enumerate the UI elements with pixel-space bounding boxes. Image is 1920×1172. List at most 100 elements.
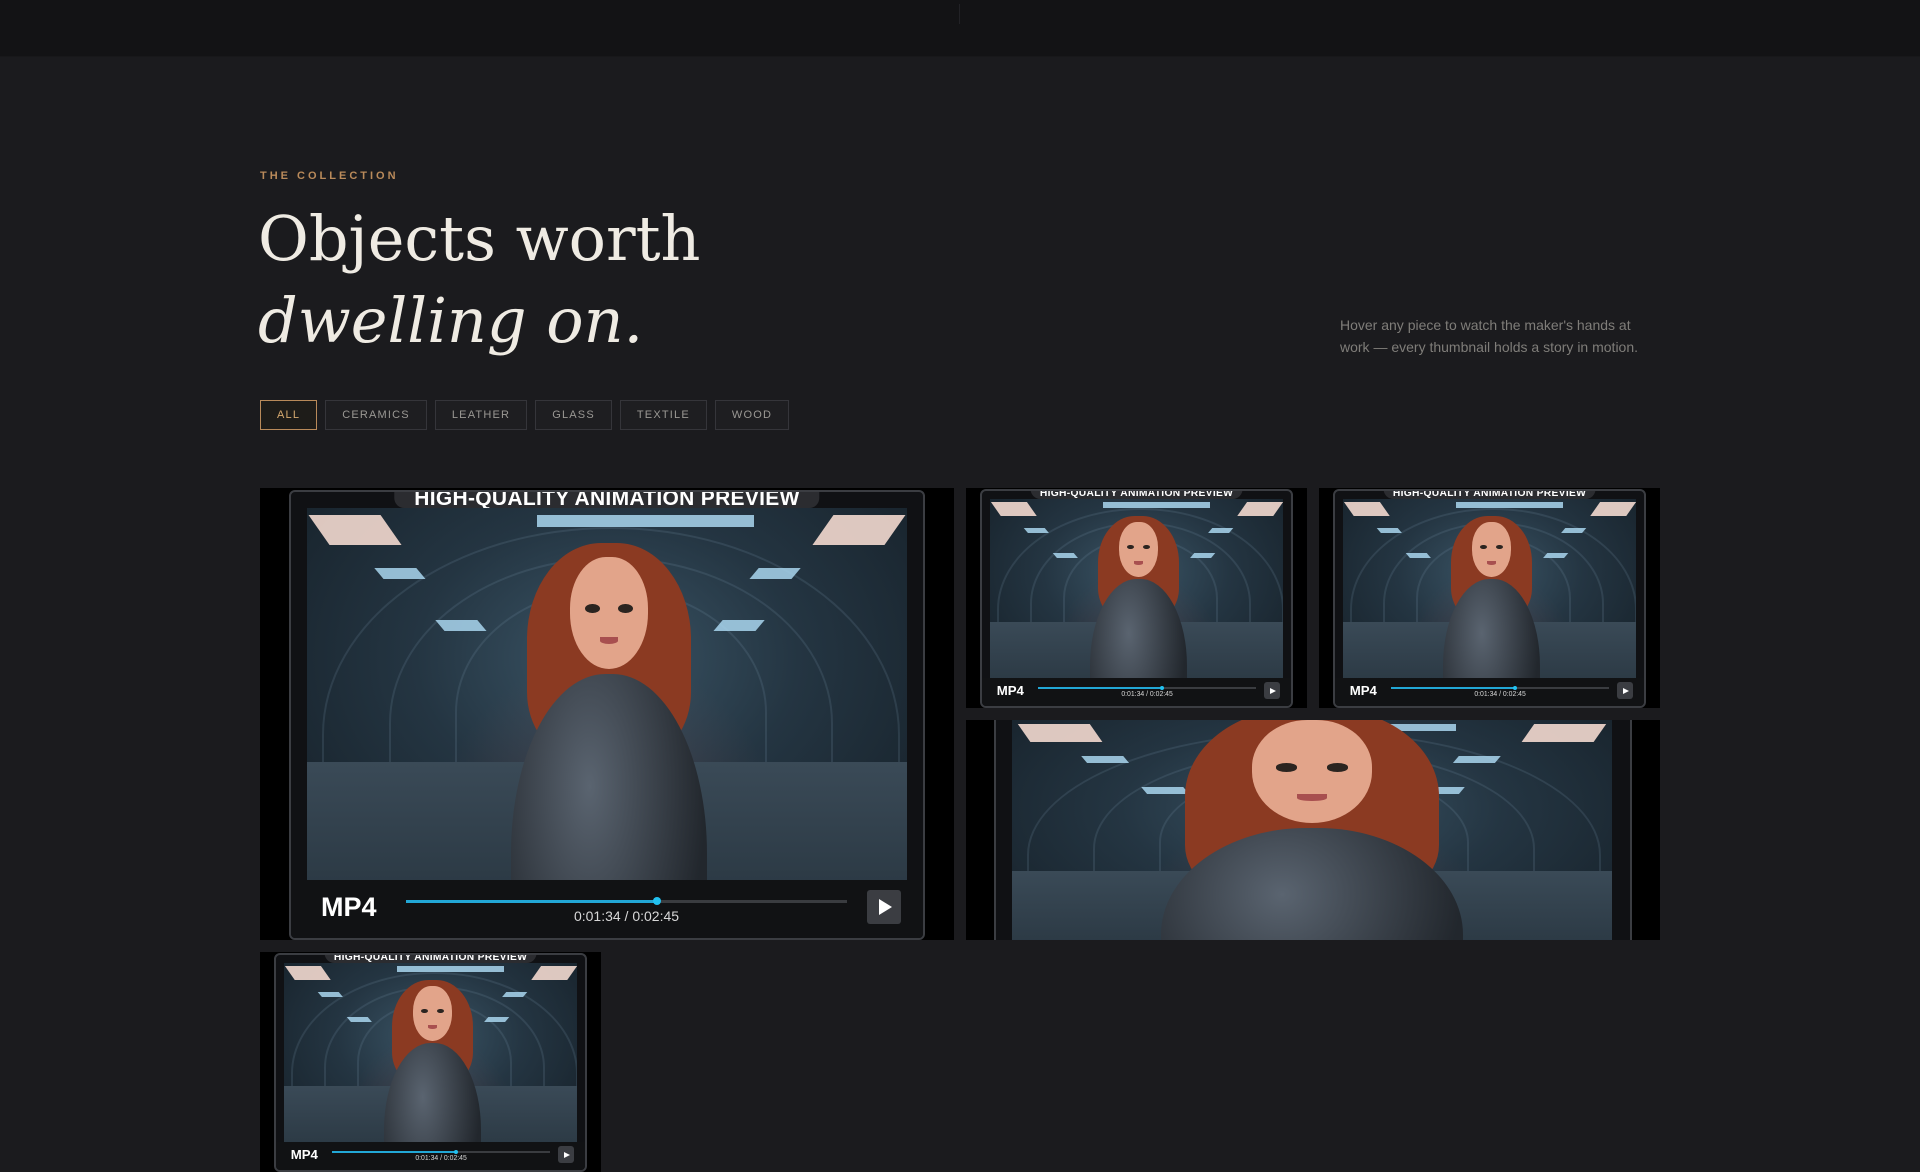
progress-track[interactable] <box>1391 686 1609 691</box>
ceiling-light <box>536 515 609 527</box>
corner-lamp <box>1521 724 1607 743</box>
ceiling-light <box>374 567 427 580</box>
gallery-item-3[interactable]: HIGH-QUALITY ANIMATION PREVIEW MP4 0:01:34… <box>1319 488 1660 708</box>
video-controls: MP4 0:01:34 / 0:02:45 <box>291 880 923 938</box>
category-filters: ALL CERAMICS LEATHER GLASS TEXTILE WOOD <box>260 400 790 432</box>
play-button[interactable] <box>1616 682 1634 700</box>
character-mouth <box>1133 561 1144 565</box>
ceiling-light <box>1052 553 1079 559</box>
format-label: MP4 <box>290 1147 318 1163</box>
gallery-item-2[interactable]: HIGH-QUALITY ANIMATION PREVIEW MP4 0:01:34… <box>966 488 1307 708</box>
format-label: MP4 <box>996 683 1024 699</box>
top-navigation-bar <box>0 0 1920 57</box>
character-mouth <box>1297 794 1327 801</box>
ceiling-light <box>1081 755 1129 763</box>
gallery-item-featured[interactable]: HIGH-QUALITY ANIMATION PREVIEW MP4 0:01:34… <box>260 488 954 940</box>
play-icon <box>563 1151 570 1158</box>
ceiling-light <box>1527 502 1563 508</box>
ceiling-light <box>432 966 469 972</box>
corner-lamp <box>530 966 577 981</box>
filter-wood[interactable]: WOOD <box>714 400 790 430</box>
character-face <box>569 556 649 669</box>
ceiling-light <box>501 991 527 998</box>
ceiling-light <box>1491 502 1528 508</box>
progress-track[interactable] <box>1038 686 1256 691</box>
corner-lamp <box>1017 724 1103 743</box>
preview-banner: HIGH-QUALITY ANIMATION PREVIEW <box>324 955 537 963</box>
filter-textile[interactable]: TEXTILE <box>619 400 707 430</box>
animation-frame-image <box>283 962 578 1144</box>
progress-fill <box>1038 687 1163 689</box>
play-button[interactable] <box>1263 682 1281 700</box>
gallery-item-5[interactable]: HIGH-QUALITY ANIMATION PREVIEW MP4 0:01:34… <box>260 952 601 1172</box>
format-label: MP4 <box>1349 683 1377 699</box>
corner-lamp <box>1343 502 1390 517</box>
ceiling-light <box>1174 502 1210 508</box>
character-face <box>1472 522 1511 577</box>
character-mouth <box>1486 561 1497 565</box>
video-preview-frame: HIGH-QUALITY ANIMATION PREVIEW MP4 0:01:34… <box>274 953 587 1172</box>
corner-lamp <box>990 502 1037 517</box>
ceiling-light <box>681 515 754 527</box>
animation-frame-image <box>1012 720 1612 940</box>
play-icon <box>1622 687 1629 694</box>
ceiling-light <box>1138 502 1175 508</box>
preview-banner: HIGH-QUALITY ANIMATION PREVIEW <box>394 492 820 510</box>
progress-track[interactable] <box>406 897 847 905</box>
character-face <box>413 986 452 1041</box>
character-eye <box>1275 763 1298 772</box>
character-eye <box>1326 763 1349 772</box>
ceiling-light <box>609 515 682 527</box>
corner-lamp <box>1236 502 1283 517</box>
progress-knob[interactable] <box>653 897 662 905</box>
character-face <box>1251 720 1373 824</box>
character-mouth <box>427 1025 438 1029</box>
ceiling-light <box>1023 527 1049 534</box>
progress-fill <box>406 900 658 903</box>
ceiling-light <box>468 966 504 972</box>
ceiling-light <box>1560 527 1586 534</box>
ceiling-light <box>1376 527 1402 534</box>
ceiling-light <box>1102 502 1139 508</box>
video-preview-frame: HIGH-QUALITY ANIMATION PREVIEW MP4 0:01:34… <box>980 489 1293 708</box>
title-line-2: dwelling on. <box>258 284 644 357</box>
filter-all[interactable]: ALL <box>260 400 318 430</box>
play-icon <box>879 899 892 915</box>
ceiling-light <box>346 1017 373 1023</box>
progress-fill <box>332 1151 457 1153</box>
filter-glass[interactable]: GLASS <box>535 400 612 430</box>
nav-divider <box>959 4 960 24</box>
ceiling-light <box>1405 553 1432 559</box>
playback-time: 0:01:34 / 0:02:45 <box>1121 691 1173 699</box>
format-label: MP4 <box>321 892 377 922</box>
progress-track[interactable] <box>332 1150 550 1155</box>
playback-time: 0:01:34 / 0:02:45 <box>415 1155 467 1163</box>
corner-lamp <box>1589 502 1636 517</box>
progress-knob[interactable] <box>1513 686 1518 691</box>
progress-knob[interactable] <box>454 1150 459 1155</box>
corner-lamp <box>812 515 906 546</box>
animation-frame-image <box>307 508 907 882</box>
video-controls: MP4 0:01:34 / 0:02:45 <box>276 1141 585 1170</box>
ceiling-light <box>1141 786 1189 794</box>
video-preview-frame <box>994 720 1632 940</box>
video-preview-frame: HIGH-QUALITY ANIMATION PREVIEW MP4 0:01:34… <box>1333 489 1646 708</box>
playback-time: 0:01:34 / 0:02:45 <box>573 908 680 924</box>
video-preview-frame: HIGH-QUALITY ANIMATION PREVIEW MP4 0:01:34… <box>289 490 925 940</box>
play-button[interactable] <box>557 1146 575 1164</box>
play-button[interactable] <box>867 890 901 924</box>
gallery-item-4[interactable] <box>966 720 1660 940</box>
ceiling-light <box>317 991 343 998</box>
filter-leather[interactable]: LEATHER <box>434 400 528 430</box>
filter-ceramics[interactable]: CERAMICS <box>325 400 427 430</box>
animation-frame-image <box>1342 498 1637 680</box>
progress-knob[interactable] <box>1160 686 1165 691</box>
ceiling-light <box>1207 527 1233 534</box>
ceiling-light <box>1453 755 1501 763</box>
intro-text: Hover any piece to watch the maker's han… <box>1340 317 1639 355</box>
corner-lamp <box>284 966 331 981</box>
preview-banner: HIGH-QUALITY ANIMATION PREVIEW <box>1383 491 1596 499</box>
video-controls: MP4 0:01:34 / 0:02:45 <box>982 677 1291 706</box>
ceiling-light <box>435 620 487 632</box>
ceiling-light <box>396 966 433 972</box>
